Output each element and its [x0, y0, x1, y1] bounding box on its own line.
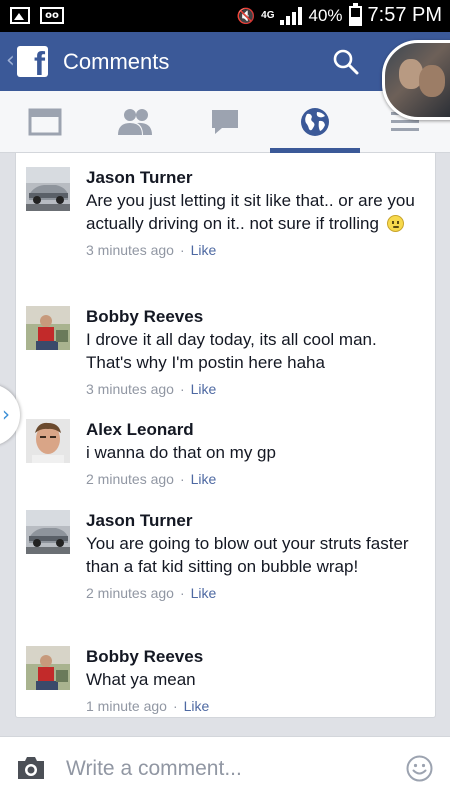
- smiley-icon[interactable]: [406, 755, 433, 782]
- avatar[interactable]: [26, 510, 70, 554]
- meta-separator: ·: [179, 585, 185, 601]
- comment-text: Are you just letting it sit like that.. …: [86, 191, 415, 233]
- facebook-logo-icon[interactable]: f: [17, 46, 48, 77]
- battery-percent: 40%: [308, 5, 343, 25]
- like-button[interactable]: Like: [191, 585, 217, 601]
- comment-time: 3 minutes ago: [86, 381, 174, 397]
- news-feed-icon: [28, 108, 62, 136]
- avatar[interactable]: [26, 167, 70, 211]
- comment-meta: 1 minute ago · Like: [86, 697, 416, 715]
- meta-separator: ·: [179, 471, 185, 487]
- tab-notifications[interactable]: [270, 91, 360, 153]
- search-icon[interactable]: [333, 49, 359, 75]
- avatar[interactable]: [26, 646, 70, 690]
- meta-separator: ·: [179, 242, 185, 258]
- comment-author[interactable]: Bobby Reeves: [86, 306, 416, 328]
- tab-friends[interactable]: [90, 91, 180, 153]
- comment-composer: [0, 736, 450, 800]
- slight-smile-emoji-icon: [386, 215, 404, 232]
- comment-meta: 2 minutes ago · Like: [86, 470, 416, 488]
- battery-icon: [348, 2, 362, 26]
- chat-head-avatar[interactable]: [382, 40, 450, 120]
- meta-separator: ·: [179, 381, 185, 397]
- voicemail-icon: oo: [40, 7, 64, 24]
- comment-time: 1 minute ago: [86, 698, 167, 714]
- tab-messages[interactable]: [180, 91, 270, 153]
- like-button[interactable]: Like: [191, 381, 217, 397]
- status-bar: oo 🔇 4G 40% 7:57 PM: [0, 0, 450, 32]
- like-button[interactable]: Like: [184, 698, 210, 714]
- comment-text: I drove it all day today, its all cool m…: [86, 330, 377, 372]
- comment-text: i wanna do that on my gp: [86, 443, 276, 462]
- messages-icon: [212, 110, 238, 134]
- comment-time: 3 minutes ago: [86, 242, 174, 258]
- signal-icon: [280, 6, 303, 25]
- avatar[interactable]: [26, 419, 70, 463]
- comment-time: 2 minutes ago: [86, 585, 174, 601]
- clock: 7:57 PM: [367, 4, 442, 26]
- comment-input[interactable]: [66, 751, 386, 787]
- nav-tab-bar: [0, 91, 450, 153]
- like-button[interactable]: Like: [191, 471, 217, 487]
- gallery-notification-icon: [10, 7, 30, 24]
- page-title: Comments: [63, 49, 170, 74]
- tab-news-feed[interactable]: [0, 91, 90, 153]
- comment-author[interactable]: Jason Turner: [86, 167, 416, 189]
- network-type: 4G: [261, 9, 275, 21]
- comment-meta: 2 minutes ago · Like: [86, 584, 416, 602]
- chevron-right-icon: ›: [2, 402, 10, 426]
- comment-meta: 3 minutes ago · Like: [86, 241, 416, 259]
- comments-list: Jason Turner Are you just letting it sit…: [15, 153, 436, 718]
- comment-meta: 3 minutes ago · Like: [86, 380, 416, 398]
- like-button[interactable]: Like: [191, 242, 217, 258]
- friends-icon: [118, 109, 152, 135]
- comment-time: 2 minutes ago: [86, 471, 174, 487]
- comment-author[interactable]: Jason Turner: [86, 510, 416, 532]
- avatar[interactable]: [26, 306, 70, 350]
- comment-text: What ya mean: [86, 670, 196, 689]
- comment-author[interactable]: Alex Leonard: [86, 419, 416, 441]
- mute-icon: 🔇: [236, 6, 256, 25]
- comment-author[interactable]: Bobby Reeves: [86, 646, 416, 668]
- comment-text: You are going to blow out your struts fa…: [86, 534, 409, 576]
- back-chevron-icon[interactable]: ‹: [6, 48, 15, 73]
- camera-icon[interactable]: [16, 755, 46, 781]
- globe-icon: [301, 108, 329, 136]
- meta-separator: ·: [172, 698, 178, 714]
